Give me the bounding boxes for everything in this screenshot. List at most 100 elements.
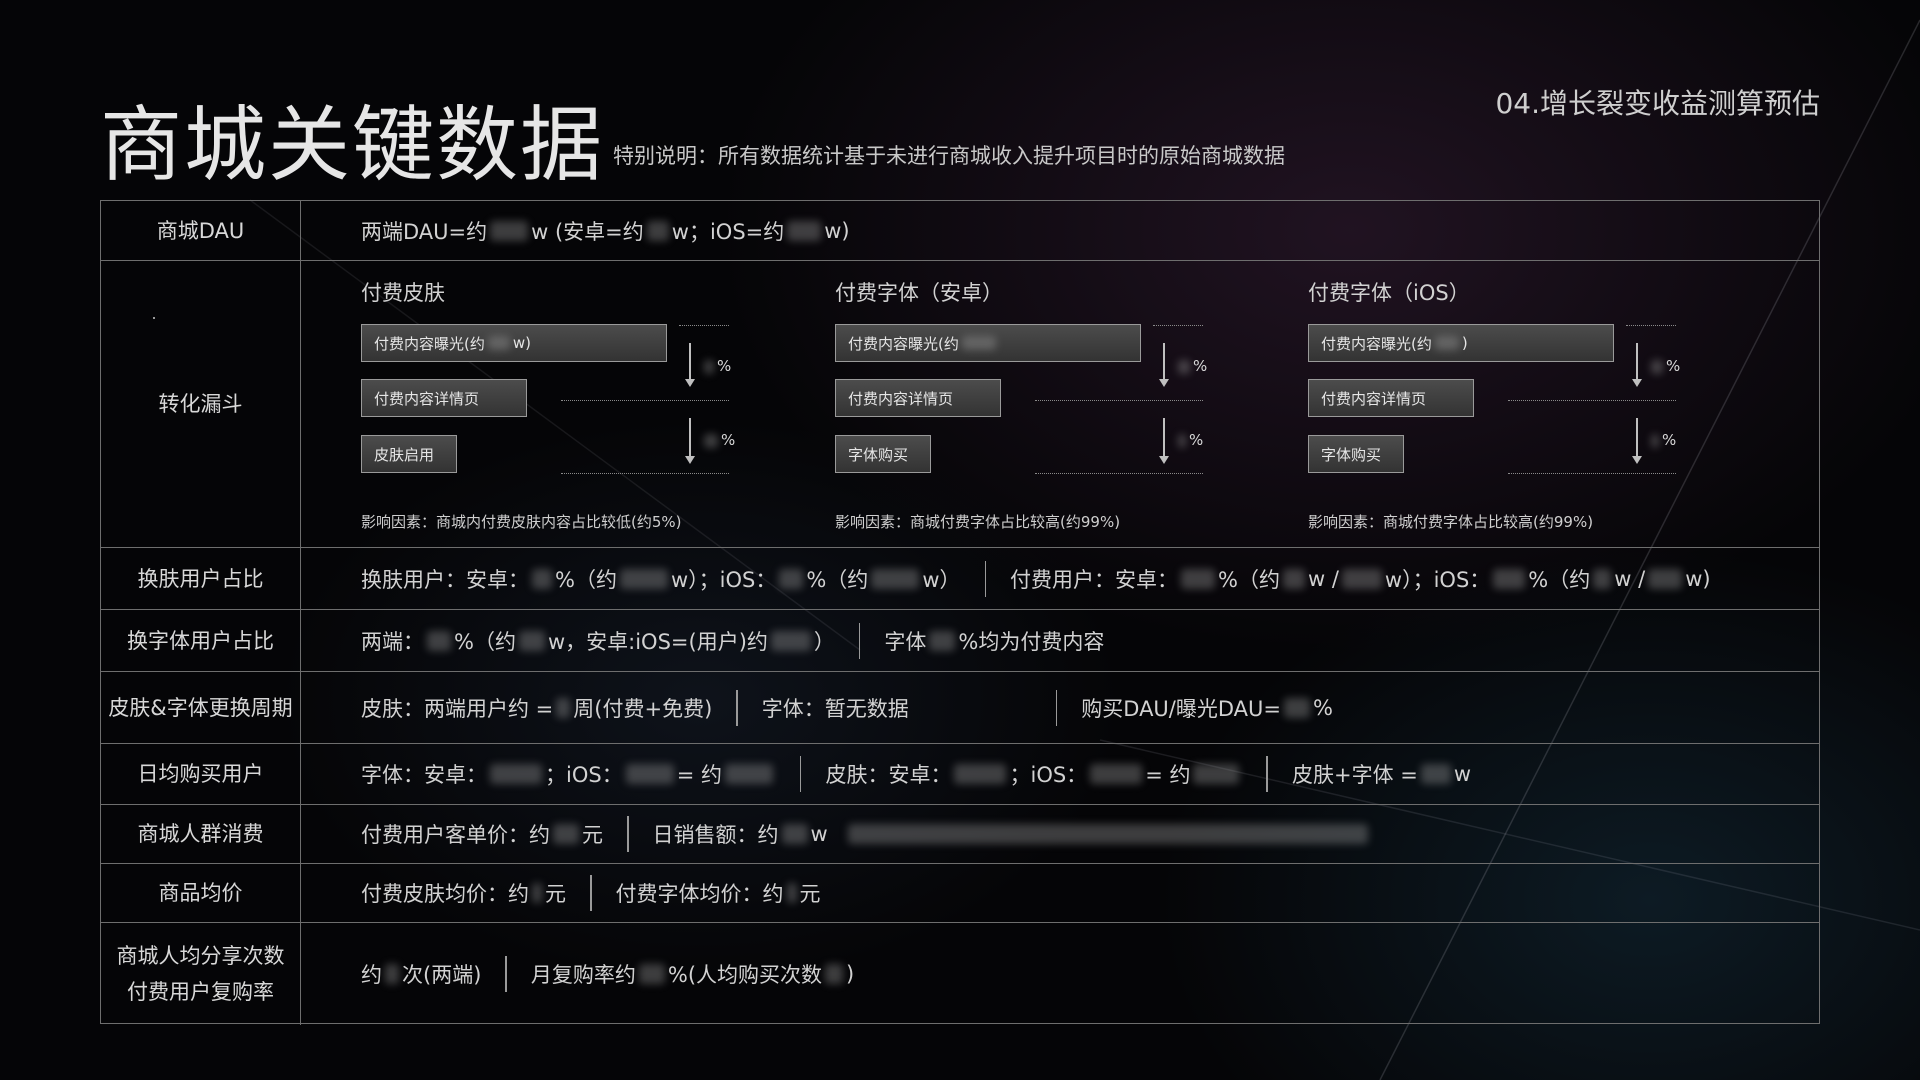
separator [984,560,986,597]
redacted-value [770,630,811,651]
funnel-arrow [1160,343,1168,387]
row-daily-buyers: 日均购买用户 字体：安卓： ；iOS： = 约 皮肤：安卓： ；iOS： = 约… [101,744,1819,805]
redacted-value [1284,697,1311,718]
funnel-arrow [1633,418,1641,464]
separator [1266,756,1268,792]
funnel-step-skin-apply: 皮肤启用 [361,435,457,473]
redacted-value [1434,336,1459,350]
dotted-guide [1035,400,1203,401]
separator [799,756,802,792]
funnel-step-exposure: 付费内容曝光(约 ) [1308,324,1614,362]
redacted-value [786,883,797,903]
redacted-value [556,697,571,718]
dotted-guide [561,473,729,474]
row-consumption: 商城人群消费 付费用户客单价：约 元 日销售额：约 w [101,805,1819,864]
redacted-value [1493,568,1526,589]
funnel-group-paid-font-ios: 付费字体（iOS） 付费内容曝光(约 ) 付费内容详情页 字体购买 % % 影响… [1308,261,1778,547]
redacted-value [781,824,808,844]
funnel-arrow [1160,418,1168,464]
redacted-value [724,764,773,784]
dotted-guide [1035,473,1203,474]
funnel-heading: 付费字体（安卓） [835,281,1003,305]
funnel-heading: 付费皮肤 [361,281,445,305]
row-content: 换肤用户：安卓： %（约 w）；iOS： %（约 w） 付费用户：安卓： %（约… [361,548,1819,609]
redacted-value [954,764,1007,784]
funnel-arrow [686,418,694,464]
row-label: 商品均价 [101,864,301,922]
separator [1055,689,1058,726]
row-dau: 商城DAU 两端DAU=约 w (安卓=约 w；iOS=约 w) [101,201,1819,261]
dotted-guide [1626,325,1676,326]
dotted-guide [679,325,729,326]
redacted-value [1648,568,1683,589]
funnel-arrow [686,343,694,387]
redacted-value [929,630,956,651]
row-content: 约 次(两端) 月复购率约 %(人均购买次数 ) [361,923,1819,1025]
funnel-heading: 付费字体（iOS） [1308,281,1470,305]
row-font-user-ratio: 换字体用户占比 两端： %（约 w，安卓:iOS=(用户)约 ） 字体 %均为付… [101,610,1819,672]
funnel-rate-2: % [1648,431,1676,449]
funnel-rate-2: % [1175,431,1203,449]
row-content: 两端： %（约 w，安卓:iOS=(用户)约 ） 字体 %均为付费内容 [361,610,1819,671]
redacted-value [646,220,669,241]
row-label: 皮肤&字体更换周期 [101,672,301,743]
separator [627,816,629,852]
dotted-guide [1508,400,1676,401]
row-label: 换字体用户占比 [101,610,301,671]
row-content: 字体：安卓： ；iOS： = 约 皮肤：安卓： ；iOS： = 约 皮肤+字体 … [361,744,1819,804]
redacted-value [1341,568,1382,589]
funnel-note: 影响因素：商城付费字体占比较高(约99%) [835,513,1121,531]
funnel-group-paid-skin: 付费皮肤 付费内容曝光(约 w) 付费内容详情页 皮肤启用 % % 影响因素：商… [361,261,831,547]
row-label: 转化漏斗 [101,261,301,547]
row-label: 商城人群消费 [101,805,301,863]
row-content: 皮肤：两端用户约 = 周(付费+免费) 字体：暂无数据 购买DAU/曝光DAU=… [361,672,1819,743]
row-label: 换肤用户占比 [101,548,301,609]
funnel-step-exposure: 付费内容曝光(约 [835,324,1141,362]
row-content: 付费皮肤均价：约 元 付费字体均价：约 元 [361,864,1819,922]
redacted-value [1420,764,1451,784]
page-title: 商城关键数据 [100,98,605,193]
funnel-note: 影响因素：商城内付费皮肤内容占比较低(约5%) [361,513,682,531]
funnel-step-exposure: 付费内容曝光(约 w) [361,324,667,362]
redacted-value [1090,764,1143,784]
row-content: 两端DAU=约 w (安卓=约 w；iOS=约 w) [361,218,850,244]
key-data-table: 商城DAU 两端DAU=约 w (安卓=约 w；iOS=约 w) 转化漏斗 付费… [100,200,1820,1025]
funnel-rate-2: % [701,431,735,449]
funnel-rate-1: % [1648,357,1680,375]
redacted-value [619,568,668,589]
redacted-text [847,824,1368,844]
redacted-value [490,220,529,241]
redacted-value [871,568,920,589]
funnel-group-paid-font-android: 付费字体（安卓） 付费内容曝光(约 付费内容详情页 字体购买 % % 影响因素：… [835,261,1305,547]
page-subtitle: 特别说明：所有数据统计基于未进行商城收入提升项目时的原始商城数据 [613,144,1285,168]
redacted-value [638,964,665,984]
row-label: 商城DAU [101,201,301,260]
row-label: 日均购买用户 [101,744,301,804]
funnel-step-detail: 付费内容详情页 [1308,379,1474,417]
row-skin-user-ratio: 换肤用户占比 换肤用户：安卓： %（约 w）；iOS： %（约 w） 付费用户：… [101,548,1819,610]
redacted-value [427,630,451,651]
separator [736,689,738,726]
redacted-value [490,764,542,784]
redacted-value [1181,568,1215,589]
redacted-value [787,220,822,241]
dotted-guide [1508,473,1676,474]
funnel-note: 影响因素：商城付费字体占比较高(约99%) [1308,513,1594,531]
redacted-value [1282,568,1305,589]
redacted-value [1593,568,1612,589]
funnel-arrow [1633,343,1641,387]
funnel-rate-1: % [1175,357,1207,375]
redacted-value [961,336,996,350]
funnel-rate-1: % [701,357,731,375]
redacted-value [487,336,510,350]
row-funnel: 转化漏斗 付费皮肤 付费内容曝光(约 w) 付费内容详情页 皮肤启用 % % 影… [101,261,1819,548]
dotted-guide [1153,325,1203,326]
dotted-guide [561,400,729,401]
row-average-price: 商品均价 付费皮肤均价：约 元 付费字体均价：约 元 [101,864,1819,923]
funnel-step-font-purchase: 字体购买 [835,435,931,473]
row-change-cycle: 皮肤&字体更换周期 皮肤：两端用户约 = 周(付费+免费) 字体：暂无数据 购买… [101,672,1819,744]
row-share-repurchase: 商城人均分享次数 付费用户复购率 约 次(两端) 月复购率约 %(人均购买次数 … [101,923,1819,1025]
redacted-value [625,764,674,784]
redacted-value [532,568,552,589]
section-label: 04.增长裂变收益测算预估 [1495,87,1820,120]
